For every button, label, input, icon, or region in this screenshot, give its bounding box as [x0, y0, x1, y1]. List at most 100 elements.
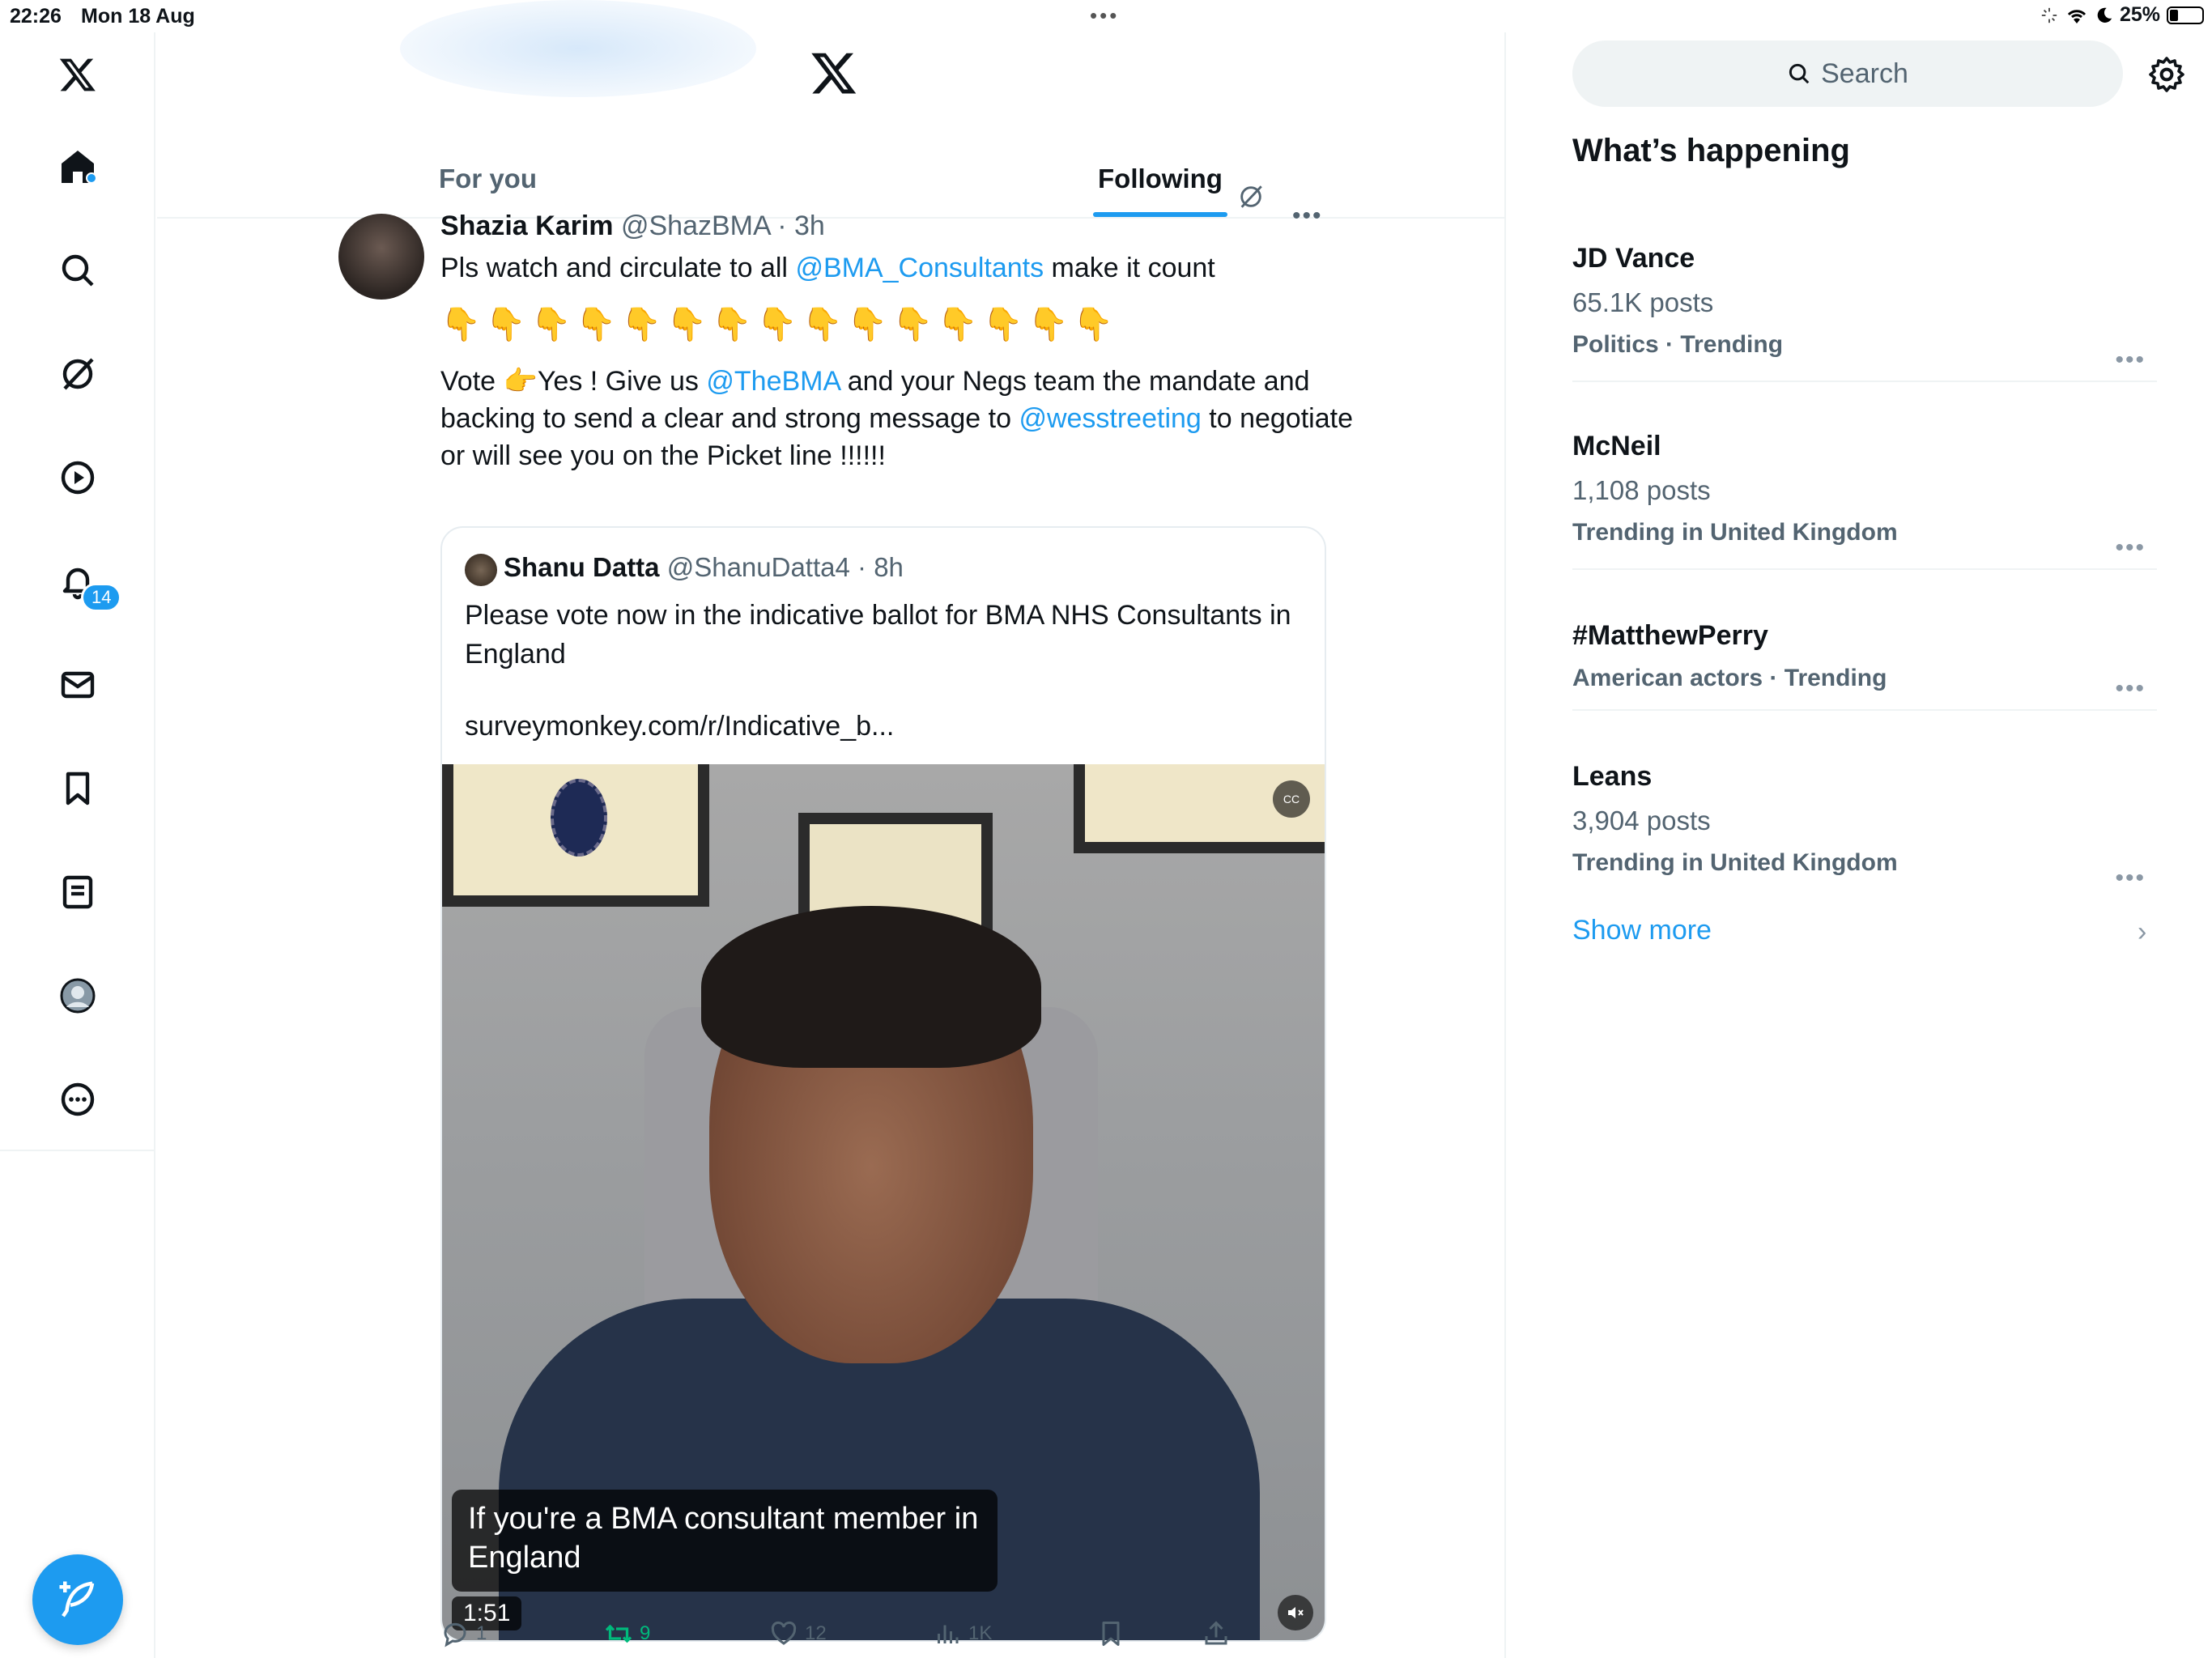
trend-more-icon[interactable]: ••• — [2115, 865, 2146, 892]
chevron-right-icon[interactable]: › — [2138, 916, 2146, 948]
like-count: 12 — [805, 1622, 827, 1644]
tweet-text: Pls watch and circulate to all @BMA_Cons… — [440, 249, 1363, 474]
reply-count: 1 — [476, 1622, 487, 1644]
trend-item[interactable]: Leans 3,904 posts Trending in United Kin… — [1572, 743, 2157, 900]
bookmark-icon — [1102, 1622, 1120, 1646]
video-player[interactable]: CC If you're a BMA consultant member in … — [442, 764, 1325, 1640]
status-bar: 22:26 Mon 18 Aug ••• 25% — [0, 0, 2212, 32]
like-button[interactable]: 12 — [769, 1619, 827, 1648]
emoji-row: 👇👇👇👇👇👇👇👇👇👇👇👇👇👇👇 — [440, 307, 1119, 342]
active-tab-indicator — [1093, 212, 1227, 217]
share-icon — [1205, 1621, 1227, 1645]
quote-author-handle[interactable]: @ShanuDatta4 — [667, 552, 850, 582]
retweet-icon — [605, 1624, 632, 1643]
medal-decoration — [551, 779, 607, 857]
activity-icon — [2041, 7, 2057, 23]
profile-avatar-icon[interactable] — [53, 971, 102, 1020]
compose-feather-icon — [59, 1581, 95, 1618]
trend-category: American actors · Trending — [1572, 665, 1887, 691]
bookmark-button[interactable] — [1096, 1619, 1125, 1648]
trend-category: Trending in United Kingdom — [1572, 849, 1898, 876]
show-more-link[interactable]: Show more — [1572, 915, 1712, 946]
tab-for-you[interactable]: For you — [439, 164, 537, 194]
wall-frame — [442, 764, 709, 907]
trend-name: #MatthewPerry — [1572, 620, 1768, 651]
tweet-action-bar: 1 9 12 1K — [440, 1619, 1258, 1655]
x-logo-icon[interactable] — [53, 50, 102, 99]
quote-text: Please vote now in the indicative ballot… — [465, 600, 1291, 670]
x-header-logo-icon[interactable] — [810, 49, 858, 97]
status-date: Mon 18 Aug — [81, 5, 195, 28]
tweet-paragraph-2: Vote 👉Yes ! Give us @TheBMA and your Neg… — [440, 363, 1363, 474]
tweet-more-icon[interactable]: ••• — [1292, 202, 1323, 230]
wifi-icon — [2067, 9, 2087, 23]
status-right: 25% — [2040, 3, 2204, 27]
trend-posts: 65.1K posts — [1572, 287, 1714, 317]
trend-posts: 1,108 posts — [1572, 475, 1711, 505]
notifications-badge: 14 — [81, 583, 122, 612]
quoted-tweet[interactable]: Shanu Datta @ShanuDatta4 · 8h Please vot… — [440, 526, 1326, 1642]
quote-header: Shanu Datta @ShanuDatta4 · 8h — [504, 552, 904, 583]
trend-item[interactable]: JD Vance 65.1K posts Politics · Trending… — [1572, 225, 2157, 382]
tweet-author-handle[interactable]: @ShazBMA — [621, 210, 770, 241]
trend-item[interactable]: #MatthewPerry American actors · Trending… — [1572, 602, 2157, 711]
video-play-icon[interactable] — [53, 453, 102, 502]
tweet-author-avatar[interactable] — [338, 214, 424, 300]
trend-name: McNeil — [1572, 431, 1661, 461]
mention-wesstreeting[interactable]: @wesstreeting — [1019, 403, 1201, 434]
trend-item[interactable]: McNeil 1,108 posts Trending in United Ki… — [1572, 413, 2157, 570]
retweet-count: 9 — [640, 1622, 651, 1644]
mention-thebma[interactable]: @TheBMA — [706, 366, 840, 397]
mute-icon[interactable] — [1278, 1595, 1313, 1630]
status-time: 22:26 — [10, 5, 62, 28]
multitasking-dots-icon[interactable]: ••• — [1090, 3, 1119, 28]
reply-icon — [444, 1622, 466, 1647]
heart-icon — [771, 1621, 797, 1645]
views-button[interactable]: 1K — [933, 1619, 992, 1648]
quote-time: · 8h — [857, 552, 904, 582]
quote-author-name[interactable]: Shanu Datta — [504, 552, 660, 582]
tab-following[interactable]: Following — [1098, 164, 1223, 194]
grok-analyze-icon[interactable] — [1237, 183, 1265, 215]
search-icon[interactable] — [53, 246, 102, 295]
battery-icon — [2167, 6, 2204, 24]
person-hair-shape — [701, 906, 1041, 1068]
views-chart-icon — [938, 1625, 959, 1643]
tweet-line-1: Pls watch and circulate to all @BMA_Cons… — [440, 249, 1363, 287]
whats-happening-heading: What’s happening — [1572, 133, 1850, 168]
bookmark-icon[interactable] — [53, 764, 102, 813]
right-sidebar: Search What’s happening JD Vance 65.1K p… — [1508, 32, 2212, 1658]
moon-icon — [2097, 7, 2112, 23]
mail-icon[interactable] — [53, 661, 102, 709]
grok-icon[interactable] — [53, 350, 102, 398]
search-input[interactable]: Search — [1572, 40, 2123, 107]
background-glow — [400, 0, 756, 97]
video-caption: If you're a BMA consultant member in Eng… — [452, 1490, 998, 1592]
share-button[interactable] — [1202, 1619, 1231, 1648]
lists-icon[interactable] — [53, 868, 102, 916]
tweet-author-name[interactable]: Shazia Karim — [440, 210, 614, 241]
home-icon[interactable] — [53, 142, 102, 191]
tweet-text-part: Pls watch and circulate to all — [440, 253, 796, 283]
view-count: 1K — [968, 1622, 993, 1644]
tweet-text-part: Vote 👉Yes ! Give us — [440, 366, 707, 397]
gear-icon[interactable] — [2147, 55, 2186, 94]
closed-captions-icon[interactable]: CC — [1273, 780, 1310, 818]
trend-category: Trending in United Kingdom — [1572, 519, 1898, 546]
quote-link[interactable]: surveymonkey.com/r/Indicative_b... — [465, 711, 894, 742]
compose-post-button[interactable] — [32, 1554, 123, 1645]
trend-more-icon[interactable]: ••• — [2115, 346, 2146, 374]
retweet-button[interactable]: 9 — [604, 1619, 650, 1648]
trend-name: JD Vance — [1572, 243, 1695, 274]
reply-button[interactable]: 1 — [440, 1619, 487, 1648]
more-options-icon[interactable] — [53, 1075, 102, 1124]
trend-category: Politics · Trending — [1572, 331, 1784, 358]
trend-more-icon[interactable]: ••• — [2115, 534, 2146, 562]
search-placeholder: Search — [1821, 57, 1908, 89]
mention-bma-consultants[interactable]: @BMA_Consultants — [795, 253, 1044, 283]
tweet-text-part: make it count — [1044, 253, 1215, 283]
tweet-time[interactable]: · 3h — [777, 210, 825, 241]
quote-author-avatar[interactable] — [465, 554, 497, 586]
trend-more-icon[interactable]: ••• — [2115, 675, 2146, 703]
left-sidebar: 14 — [0, 32, 155, 1658]
